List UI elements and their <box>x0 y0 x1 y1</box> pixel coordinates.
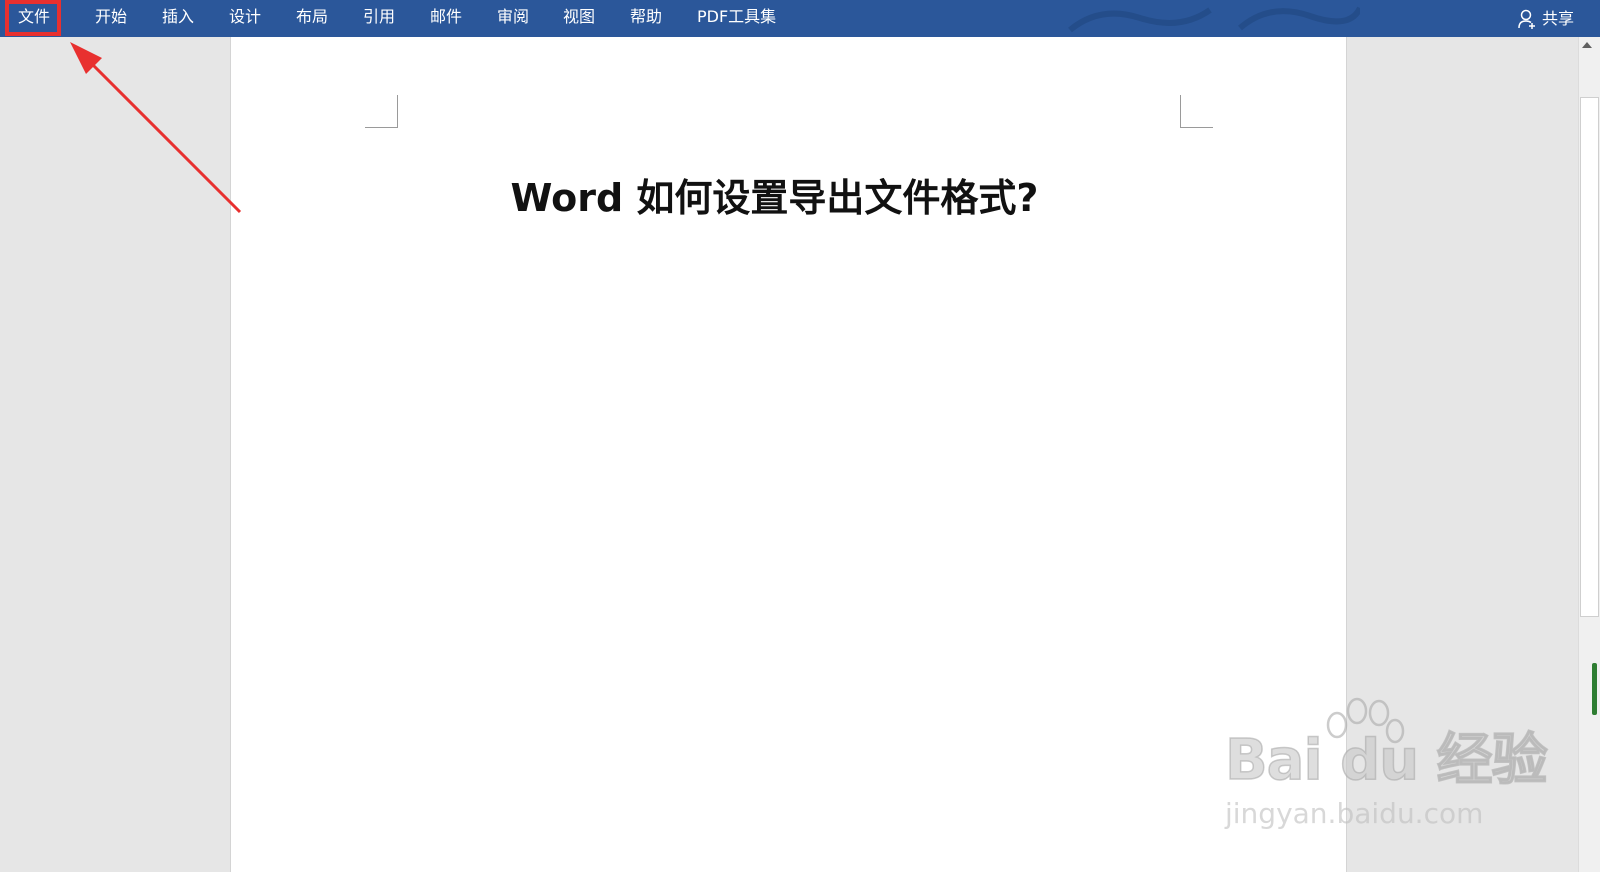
ribbon-decoration <box>1068 6 1360 33</box>
ribbon-tab-bar: 文件 开始 插入 设计 布局 引用 邮件 审阅 视图 帮助 PDF工具集 共享 <box>0 0 1600 37</box>
vertical-scrollbar[interactable] <box>1578 37 1600 872</box>
document-title[interactable]: Word 如何设置导出文件格式? <box>231 167 1318 222</box>
tab-help[interactable]: 帮助 <box>630 0 662 37</box>
tab-pdf-tools[interactable]: PDF工具集 <box>697 0 776 37</box>
tab-design[interactable]: 设计 <box>229 0 261 37</box>
tab-insert[interactable]: 插入 <box>162 0 194 37</box>
scroll-thumb[interactable] <box>1580 97 1599 617</box>
document-page[interactable]: Word 如何设置导出文件格式? <box>230 37 1347 872</box>
baidu-jingyan-watermark: Bai du 经验 jingyan.baidu.com <box>1224 697 1548 845</box>
tab-view[interactable]: 视图 <box>563 0 595 37</box>
share-label: 共享 <box>1541 8 1574 28</box>
tab-review[interactable]: 审阅 <box>497 0 529 37</box>
tab-references[interactable]: 引用 <box>363 0 395 37</box>
tab-layout[interactable]: 布局 <box>296 0 328 37</box>
watermark-url: jingyan.baidu.com <box>1225 797 1484 830</box>
tab-file[interactable]: 文件 <box>6 0 62 37</box>
watermark-logo-text: Bai du 经验 <box>1224 727 1548 794</box>
share-button[interactable]: 共享 <box>1518 0 1574 37</box>
tab-home[interactable]: 开始 <box>95 0 127 37</box>
crop-mark-top-right <box>1180 95 1213 128</box>
scroll-position-indicator <box>1592 663 1597 715</box>
crop-mark-top-left <box>365 95 398 128</box>
scroll-up-arrow-icon[interactable] <box>1582 42 1592 48</box>
tab-mailings[interactable]: 邮件 <box>430 0 462 37</box>
person-add-icon <box>1518 9 1535 29</box>
